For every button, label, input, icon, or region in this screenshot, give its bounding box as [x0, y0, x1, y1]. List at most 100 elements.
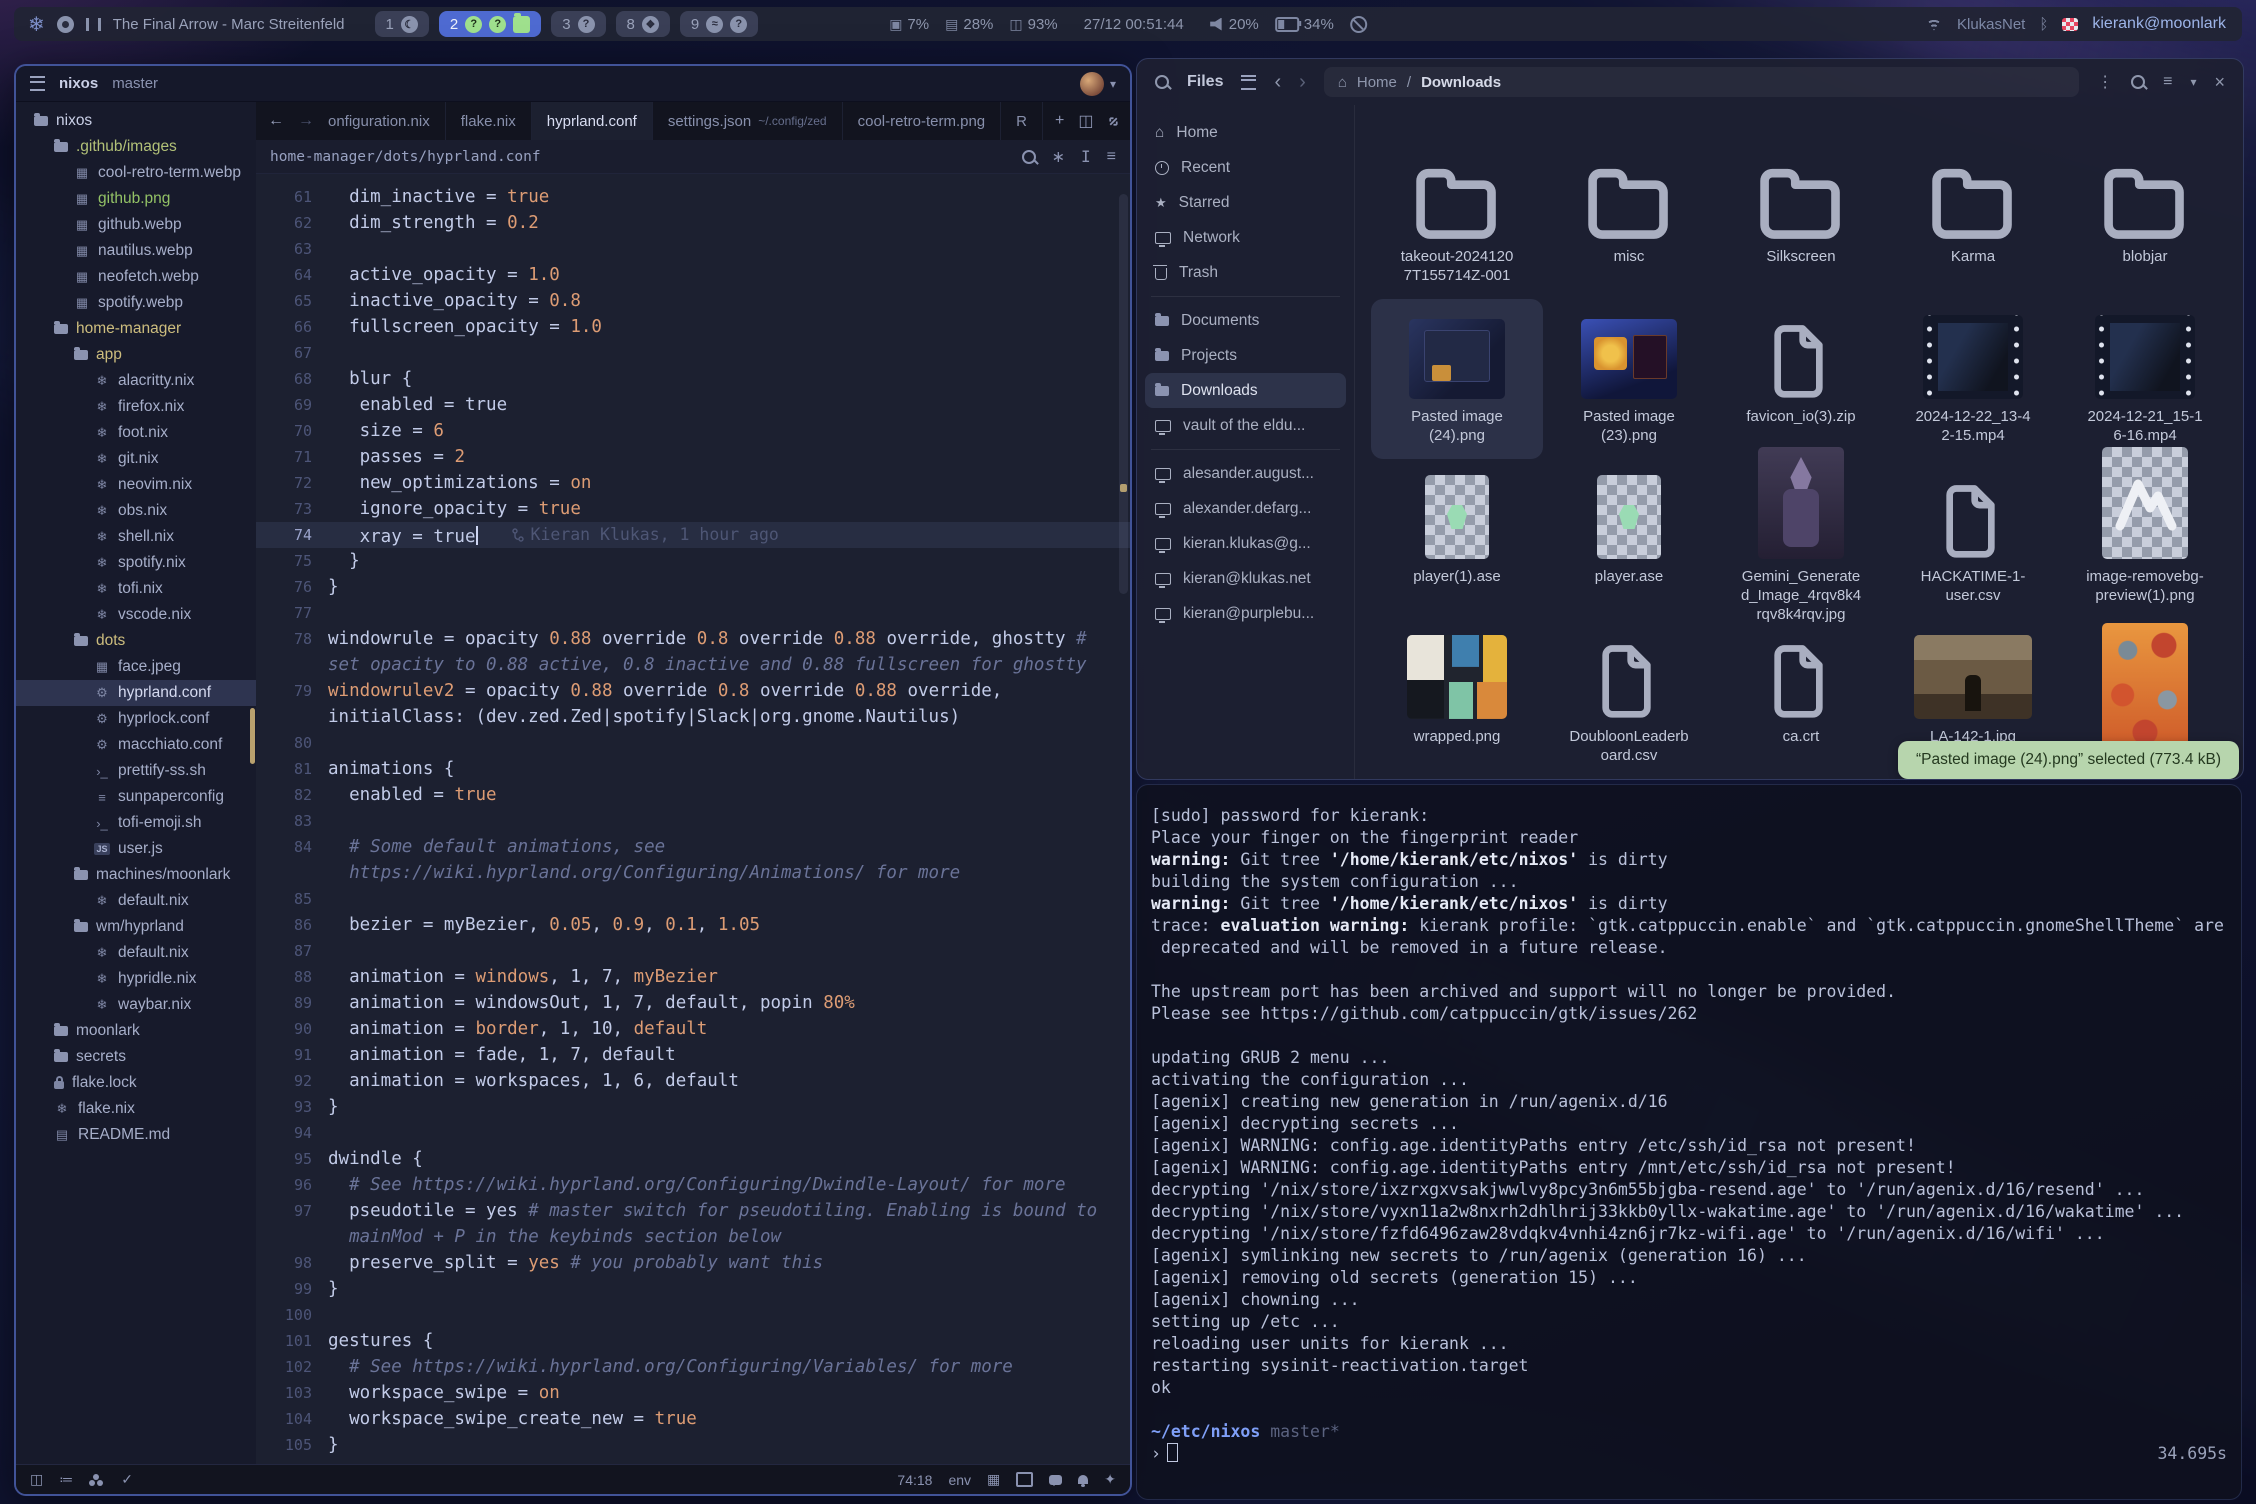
sidebar-item-alexander-defarg-[interactable]: alexander.defarg...: [1145, 491, 1346, 526]
search-icon[interactable]: [1022, 150, 1036, 164]
file-item-misc[interactable]: misc: [1543, 139, 1715, 299]
tree-item-foot-nix[interactable]: ❄foot.nix: [16, 420, 256, 446]
code-actions-icon[interactable]: ≡: [1107, 148, 1116, 166]
tree-item-default-nix[interactable]: ❄default.nix: [16, 940, 256, 966]
code-line-90[interactable]: 90 animation = border, 1, 10, default: [256, 1016, 1130, 1042]
project-name[interactable]: nixos: [59, 75, 98, 92]
file-item-karma[interactable]: Karma: [1887, 139, 2059, 299]
avatar[interactable]: [1080, 72, 1104, 96]
assistant-icon[interactable]: ∗: [1052, 147, 1065, 167]
chevron-down-icon[interactable]: ▾: [1110, 77, 1116, 91]
code-line-102[interactable]: 102 # See https://wiki.hyprland.org/Conf…: [256, 1354, 1130, 1380]
breadcrumb-current[interactable]: Downloads: [1421, 74, 1501, 91]
file-item-player-ase[interactable]: player.ase: [1543, 459, 1715, 619]
new-tab-button[interactable]: +: [1055, 112, 1064, 130]
file-item-favicon-io-3-zip[interactable]: favicon_io(3).zip: [1715, 299, 1887, 459]
code-line-93[interactable]: 93}: [256, 1094, 1130, 1120]
code-line-101[interactable]: 101gestures {: [256, 1328, 1130, 1354]
tree-item-home-manager[interactable]: home-manager: [16, 316, 256, 342]
file-item-image-removebg-[interactable]: image-removebg- preview(1).png: [2059, 459, 2231, 619]
editor-scrollbar[interactable]: [1119, 194, 1128, 594]
project-panel-toggle-icon[interactable]: ◫: [30, 1471, 43, 1488]
tree-item-secrets[interactable]: secrets: [16, 1044, 256, 1070]
breadcrumb-home[interactable]: Home: [1357, 74, 1397, 91]
sidebar-item-trash[interactable]: Trash: [1145, 255, 1346, 290]
code-line-84[interactable]: 84 # Some default animations, see: [256, 834, 1130, 860]
code-line-65[interactable]: 65 inactive_opacity = 0.8: [256, 288, 1130, 314]
sidebar-item-network[interactable]: Network: [1145, 220, 1346, 255]
code-line-92[interactable]: 92 animation = workspaces, 1, 6, default: [256, 1068, 1130, 1094]
code-line-104[interactable]: 104 workspace_swipe_create_new = true: [256, 1406, 1130, 1432]
sidebar-item-downloads[interactable]: Downloads: [1145, 373, 1346, 408]
code-line-87[interactable]: 87: [256, 938, 1130, 964]
code-line-85[interactable]: 85: [256, 886, 1130, 912]
code-line-64[interactable]: 64 active_opacity = 1.0: [256, 262, 1130, 288]
code-line-82[interactable]: 82 enabled = true: [256, 782, 1130, 808]
tree-item-github-png[interactable]: ▦github.png: [16, 186, 256, 212]
tray-flag-icon[interactable]: [2062, 18, 2078, 31]
code-line-91[interactable]: 91 animation = fade, 1, 7, default: [256, 1042, 1130, 1068]
terminal-prompt-line[interactable]: ›34.695s: [1151, 1443, 2227, 1465]
clock-module[interactable]: 27/12 00:51:44: [1084, 16, 1184, 33]
code-line-63[interactable]: 63: [256, 236, 1130, 262]
outline-panel-toggle-icon[interactable]: ≔: [59, 1471, 73, 1488]
tree-item-git-nix[interactable]: ❄git.nix: [16, 446, 256, 472]
sidebar-item-documents[interactable]: Documents: [1145, 303, 1346, 338]
code-line-98[interactable]: 98 preserve_split = yes # you probably w…: [256, 1250, 1130, 1276]
tree-item-machines-moonlark[interactable]: machines/moonlark: [16, 862, 256, 888]
edit-mode-icon[interactable]: I: [1081, 147, 1091, 166]
git-branch-label[interactable]: master: [112, 75, 158, 92]
tree-item-cool-retro-term-webp[interactable]: ▦cool-retro-term.webp: [16, 160, 256, 186]
code-line-99[interactable]: 99}: [256, 1276, 1130, 1302]
microphone-muted-icon[interactable]: [1350, 16, 1367, 33]
file-item-takeout-2024120[interactable]: takeout-2024120 7T155714Z-001: [1371, 139, 1543, 299]
tree-item-neovim-nix[interactable]: ❄neovim.nix: [16, 472, 256, 498]
tree-item-spotify-nix[interactable]: ❄spotify.nix: [16, 550, 256, 576]
main-menu-icon[interactable]: [1241, 75, 1256, 90]
tree-item-moonlark[interactable]: moonlark: [16, 1018, 256, 1044]
tree-item-shell-nix[interactable]: ❄shell.nix: [16, 524, 256, 550]
file-item-doubloonleaderb[interactable]: DoubloonLeaderb oard.csv: [1543, 619, 1715, 779]
code-line-69[interactable]: 69 enabled = true: [256, 392, 1130, 418]
code-line-77[interactable]: 77: [256, 600, 1130, 626]
sidebar-item-kieran-purplebu-[interactable]: kieran@purplebu...: [1145, 596, 1346, 631]
terminal-window[interactable]: [sudo] password for kierank:Place your f…: [1136, 784, 2242, 1500]
tree-item-face-jpeg[interactable]: ▦face.jpeg: [16, 654, 256, 680]
memory-module[interactable]: ▤28%: [945, 16, 993, 33]
nav-back-icon[interactable]: ‹: [1274, 71, 1281, 94]
chat-panel-icon[interactable]: [1049, 1475, 1062, 1485]
workspace-2[interactable]: 2??: [439, 11, 541, 37]
tree-item-vscode-nix[interactable]: ❄vscode.nix: [16, 602, 256, 628]
workspace-3[interactable]: 3?: [551, 11, 605, 37]
workspace-1[interactable]: 1☾: [375, 11, 429, 37]
tree-item-user-js[interactable]: JSuser.js: [16, 836, 256, 862]
project-panel-scrollbar[interactable]: [250, 708, 255, 764]
tree-item-hyprland-conf[interactable]: ⚙hyprland.conf: [16, 680, 256, 706]
file-item-pasted-image[interactable]: Pasted image (23).png: [1543, 299, 1715, 459]
code-line-74[interactable]: 74 xray = trueKieran Klukas, 1 hour ago: [256, 522, 1130, 548]
code-line-67[interactable]: 67: [256, 340, 1130, 366]
path-bar[interactable]: ⌂ Home / Downloads: [1324, 67, 2079, 97]
ai-assistant-icon[interactable]: ✦: [1104, 1471, 1116, 1488]
code-line-71[interactable]: 71 passes = 2: [256, 444, 1130, 470]
code-line-96[interactable]: 96 # See https://wiki.hyprland.org/Confi…: [256, 1172, 1130, 1198]
volume-module[interactable]: 20%: [1210, 16, 1259, 33]
sidebar-item-projects[interactable]: Projects: [1145, 338, 1346, 373]
tree-item-spotify-webp[interactable]: ▦spotify.webp: [16, 290, 256, 316]
diagnostics-check-icon[interactable]: ✓: [121, 1471, 133, 1488]
code-line-80[interactable]: 80: [256, 730, 1130, 756]
folder-search-icon[interactable]: [2131, 75, 2145, 89]
close-window-icon[interactable]: ×: [2214, 72, 2225, 93]
tree-item-waybar-nix[interactable]: ❄waybar.nix: [16, 992, 256, 1018]
code-line-100[interactable]: 100: [256, 1302, 1130, 1328]
split-pane-icon[interactable]: ◫: [1078, 111, 1093, 131]
notifications-bell-icon[interactable]: [1078, 1475, 1088, 1484]
tree-item-wm-hyprland[interactable]: wm/hyprland: [16, 914, 256, 940]
workspace-8[interactable]: 8❖: [616, 11, 670, 37]
kebab-menu-icon[interactable]: ⋮: [2097, 72, 2113, 92]
code-line-61[interactable]: 61 dim_inactive = true: [256, 184, 1130, 210]
code-line-94[interactable]: 94: [256, 1120, 1130, 1146]
code-line-97[interactable]: 97 pseudotile = yes # master switch for …: [256, 1198, 1130, 1224]
sidebar-item-recent[interactable]: Recent: [1145, 150, 1346, 185]
code-editor[interactable]: 61 dim_inactive = true62 dim_strength = …: [256, 174, 1130, 1464]
